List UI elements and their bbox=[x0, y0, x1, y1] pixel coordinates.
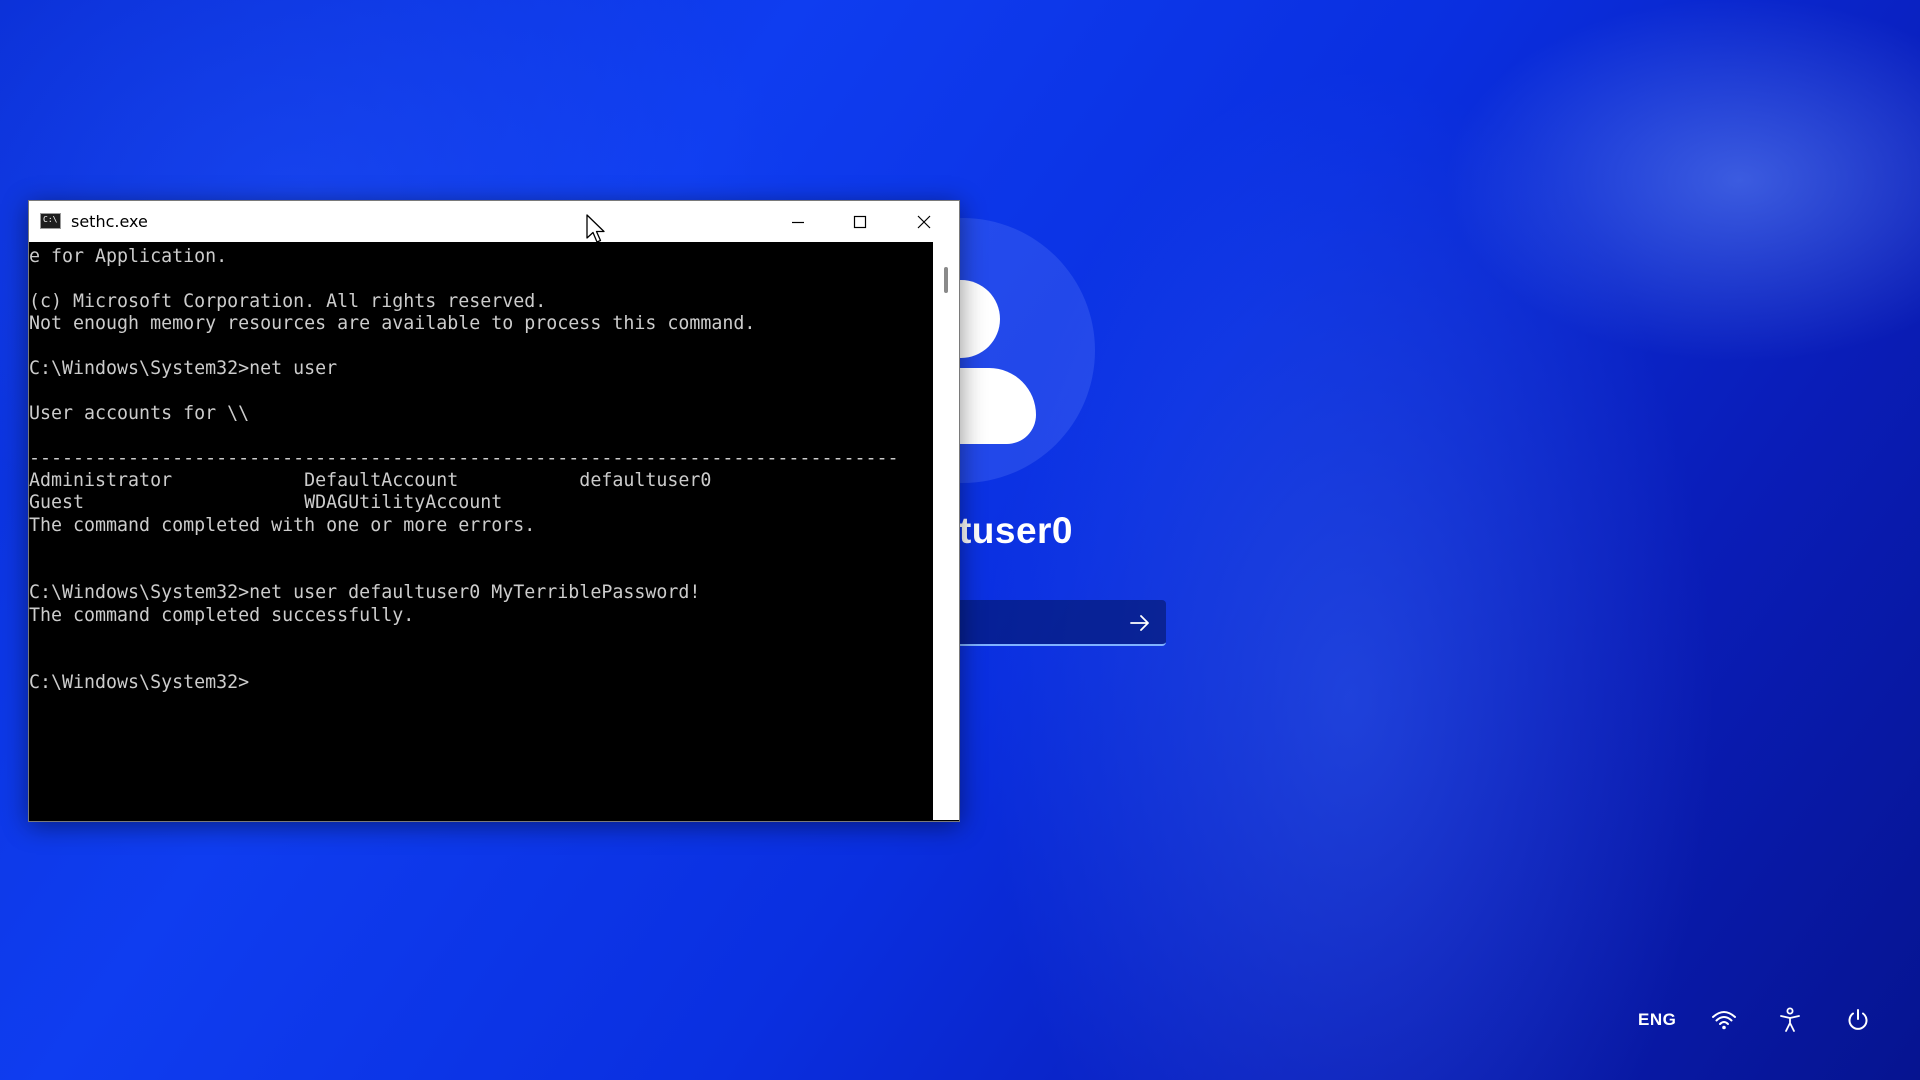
cmd-icon: C:\ bbox=[40, 213, 61, 229]
power-button[interactable] bbox=[1842, 1004, 1874, 1036]
language-indicator[interactable]: ENG bbox=[1638, 1010, 1676, 1030]
lock-screen-background: defaultuser0 C:\ sethc.exe bbox=[0, 0, 1920, 1080]
network-button[interactable] bbox=[1708, 1004, 1740, 1036]
submit-arrow-button[interactable] bbox=[1124, 607, 1156, 639]
console-output[interactable]: e for Application. (c) Microsoft Corpora… bbox=[29, 242, 933, 820]
vertical-scrollbar[interactable] bbox=[933, 242, 959, 820]
cmd-window[interactable]: C:\ sethc.exe e for Application. (c) Mic… bbox=[28, 200, 960, 822]
mouse-cursor-icon bbox=[586, 214, 605, 243]
scrollbar-thumb[interactable] bbox=[944, 267, 948, 293]
accessibility-icon bbox=[1780, 1007, 1800, 1032]
console-text: e for Application. (c) Microsoft Corpora… bbox=[29, 246, 899, 693]
title-bar[interactable]: C:\ sethc.exe bbox=[29, 201, 959, 242]
window-title: sethc.exe bbox=[71, 212, 148, 231]
cmd-icon-text: C:\ bbox=[43, 215, 58, 224]
maximize-icon bbox=[853, 215, 867, 228]
close-icon bbox=[917, 215, 931, 228]
minimize-icon bbox=[792, 221, 804, 223]
power-icon bbox=[1848, 1009, 1868, 1030]
close-button[interactable] bbox=[895, 201, 953, 242]
accessibility-button[interactable] bbox=[1774, 1004, 1806, 1036]
maximize-button[interactable] bbox=[831, 201, 889, 242]
wifi-icon bbox=[1712, 1011, 1736, 1030]
arrow-right-icon bbox=[1130, 615, 1149, 631]
minimize-button[interactable] bbox=[769, 201, 827, 242]
